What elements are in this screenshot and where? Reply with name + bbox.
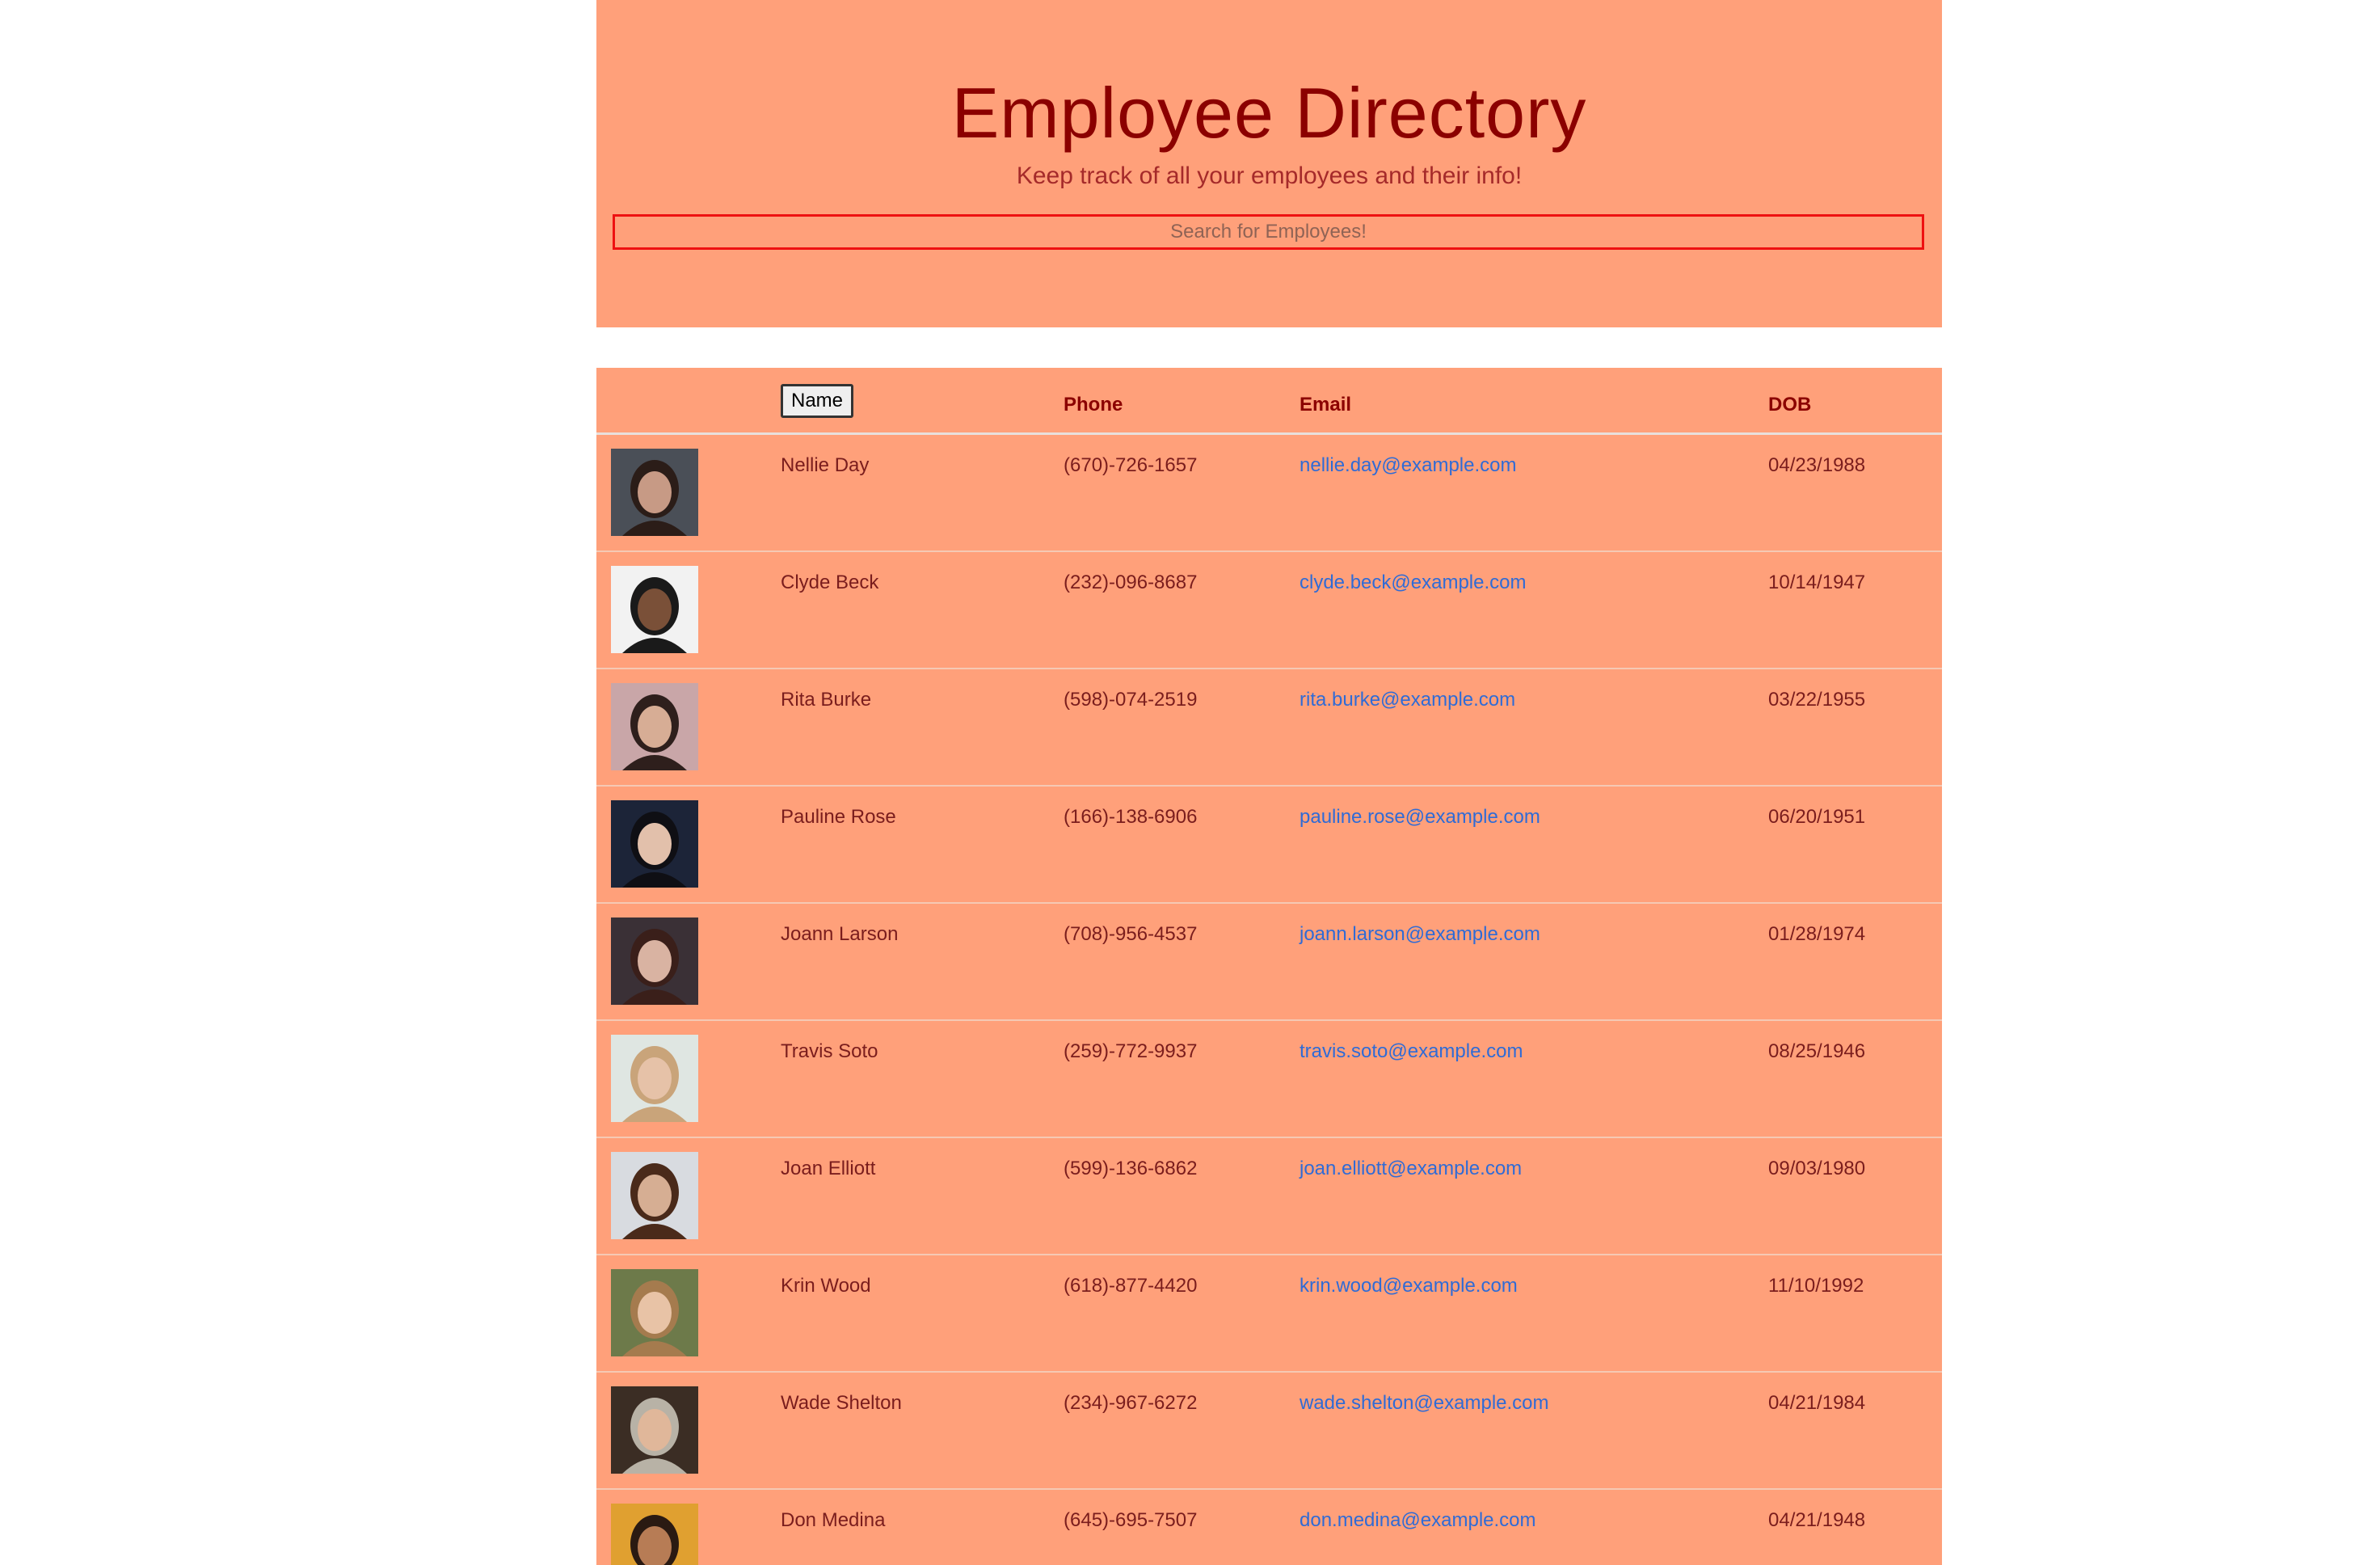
employee-email-link[interactable]: joann.larson@example.com — [1300, 922, 1540, 947]
header-jumbotron: Employee Directory Keep track of all you… — [596, 0, 1942, 327]
employee-phone: (232)-096-8687 — [1064, 572, 1198, 593]
employee-email-link[interactable]: wade.shelton@example.com — [1300, 1390, 1549, 1416]
employee-phone: (708)-956-4537 — [1064, 923, 1198, 945]
page-subtitle: Keep track of all your employees and the… — [1016, 162, 1523, 189]
employee-name: Pauline Rose — [781, 806, 896, 828]
employee-email-link[interactable]: clyde.beck@example.com — [1300, 570, 1526, 596]
employee-email-link[interactable]: don.medina@example.com — [1300, 1508, 1536, 1533]
employee-dob: 04/23/1988 — [1768, 454, 1866, 476]
employee-phone: (670)-726-1657 — [1064, 454, 1198, 476]
table-row: Nellie Day (670)-726-1657 nellie.day@examp… — [596, 435, 1942, 552]
employee-dob: 09/03/1980 — [1768, 1158, 1866, 1179]
table-row: Clyde Beck (232)-096-8687 clyde.beck@examp… — [596, 552, 1942, 669]
employee-phone: (645)-695-7507 — [1064, 1509, 1198, 1531]
table-row: Rita Burke (598)-074-2519 rita.burke@examp… — [596, 669, 1942, 787]
dob-column-header: DOB — [1768, 394, 1812, 416]
table-row: Pauline Rose (166)-138-6906 pauline.rose@e… — [596, 787, 1942, 904]
employee-table: Name Phone Email DOB Nellie Day (670)-726… — [596, 368, 1942, 1565]
employee-dob: 10/14/1947 — [1768, 572, 1866, 593]
page: Employee Directory Keep track of all you… — [0, 0, 2380, 1565]
table-row: Joann Larson (708)-956-4537 joann.larson@e… — [596, 904, 1942, 1021]
employee-phone: (598)-074-2519 — [1064, 689, 1198, 711]
employee-photo — [611, 566, 698, 653]
employee-name: Clyde Beck — [781, 572, 879, 593]
email-column-header: Email — [1300, 394, 1352, 416]
employee-dob: 06/20/1951 — [1768, 806, 1866, 828]
employee-name: Krin Wood — [781, 1275, 871, 1297]
employee-phone: (618)-877-4420 — [1064, 1275, 1198, 1297]
employee-name: Joan Elliott — [781, 1158, 876, 1179]
search-input[interactable] — [613, 214, 1924, 250]
employee-dob: 08/25/1946 — [1768, 1040, 1866, 1062]
table-row: Wade Shelton (234)-967-6272 wade.shelton@e… — [596, 1373, 1942, 1490]
employee-photo — [611, 1035, 698, 1122]
employee-name: Joann Larson — [781, 923, 899, 945]
table-header: Name Phone Email DOB — [596, 368, 1942, 435]
employee-name: Wade Shelton — [781, 1392, 902, 1414]
employee-dob: 04/21/1984 — [1768, 1392, 1866, 1414]
employee-phone: (259)-772-9937 — [1064, 1040, 1198, 1062]
employee-email-link[interactable]: travis.soto@example.com — [1300, 1039, 1523, 1065]
employee-dob: 04/21/1948 — [1768, 1509, 1866, 1531]
employee-photo — [611, 449, 698, 536]
table-body: Nellie Day (670)-726-1657 nellie.day@examp… — [596, 435, 1942, 1565]
employee-dob: 01/28/1974 — [1768, 923, 1866, 945]
employee-email-link[interactable]: pauline.rose@example.com — [1300, 804, 1540, 830]
table-row: Krin Wood (618)-877-4420 krin.wood@example… — [596, 1255, 1942, 1373]
sort-by-name-button[interactable]: Name — [781, 384, 854, 418]
employee-photo — [611, 683, 698, 770]
employee-email-link[interactable]: joan.elliott@example.com — [1300, 1156, 1522, 1182]
employee-dob: 03/22/1955 — [1768, 689, 1866, 711]
employee-name: Rita Burke — [781, 689, 872, 711]
employee-phone: (234)-967-6272 — [1064, 1392, 1198, 1414]
table-row: Joan Elliott (599)-136-6862 joan.elliott@e… — [596, 1138, 1942, 1255]
employee-photo — [611, 800, 698, 888]
table-row: Don Medina (645)-695-7507 don.medina@examp… — [596, 1490, 1942, 1565]
employee-photo — [611, 917, 698, 1005]
employee-dob: 11/10/1992 — [1768, 1275, 1864, 1297]
employee-photo — [611, 1504, 698, 1565]
employee-photo — [611, 1386, 698, 1474]
employee-photo — [611, 1269, 698, 1356]
employee-email-link[interactable]: nellie.day@example.com — [1300, 453, 1517, 479]
employee-email-link[interactable]: rita.burke@example.com — [1300, 687, 1515, 713]
employee-name: Don Medina — [781, 1509, 886, 1531]
employee-name: Travis Soto — [781, 1040, 878, 1062]
employee-name: Nellie Day — [781, 454, 870, 476]
phone-column-header: Phone — [1064, 394, 1123, 416]
table-row: Travis Soto (259)-772-9937 travis.soto@exa… — [596, 1021, 1942, 1138]
employee-phone: (599)-136-6862 — [1064, 1158, 1198, 1179]
employee-email-link[interactable]: krin.wood@example.com — [1300, 1273, 1518, 1299]
employee-photo — [611, 1152, 698, 1239]
page-title: Employee Directory — [951, 73, 1587, 153]
employee-phone: (166)-138-6906 — [1064, 806, 1198, 828]
